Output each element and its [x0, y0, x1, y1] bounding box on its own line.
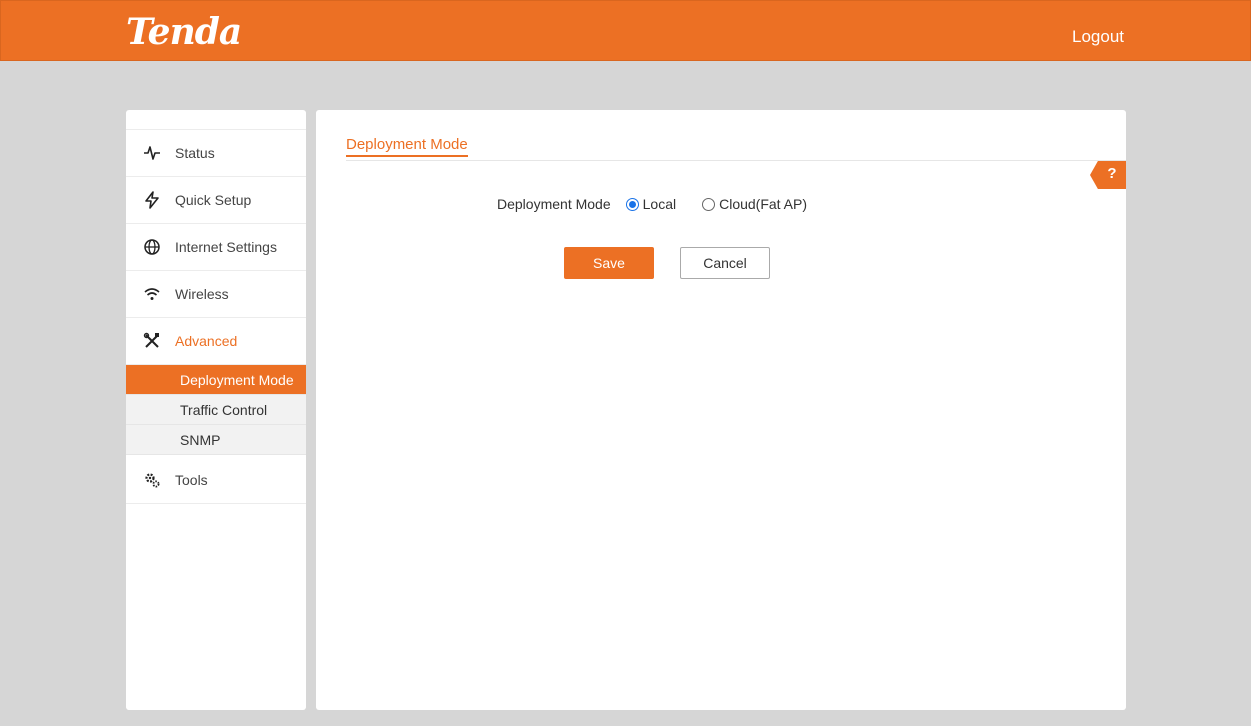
sidebar-item-status[interactable]: Status	[126, 130, 306, 177]
sidebar-subitem-deployment-mode[interactable]: Deployment Mode	[126, 365, 306, 395]
cancel-button[interactable]: Cancel	[680, 247, 770, 279]
deployment-mode-label: Deployment Mode	[497, 196, 611, 212]
sidebar-item-tools[interactable]: Tools	[126, 457, 306, 504]
logout-link[interactable]: Logout	[1072, 27, 1124, 47]
sidebar-item-advanced[interactable]: Advanced	[126, 318, 306, 365]
wifi-icon	[143, 285, 161, 303]
radio-cloud[interactable]	[702, 197, 716, 211]
main-content-panel: Deployment Mode ? Deployment Mode Local …	[316, 110, 1126, 710]
sidebar-item-label: Internet Settings	[175, 239, 277, 255]
radio-cloud-label: Cloud(Fat AP)	[719, 196, 808, 212]
globe-icon	[143, 238, 161, 256]
gears-icon	[143, 471, 161, 489]
radio-option-local[interactable]: Local	[625, 196, 677, 212]
pulse-icon	[143, 144, 161, 162]
radio-local[interactable]	[625, 197, 639, 211]
help-button[interactable]: ?	[1090, 161, 1126, 189]
sidebar-top-spacer	[126, 110, 306, 130]
radio-local-label: Local	[642, 196, 677, 212]
sidebar-subitem-snmp[interactable]: SNMP	[126, 425, 306, 455]
tab-deployment-mode[interactable]: Deployment Mode	[346, 136, 468, 157]
sidebar-item-label: Advanced	[175, 333, 238, 349]
deployment-mode-form-row: Deployment Mode Local Cloud(Fat AP)	[497, 196, 833, 212]
sidebar-item-internet-settings[interactable]: Internet Settings	[126, 224, 306, 271]
save-button[interactable]: Save	[564, 247, 654, 279]
tools-cross-icon	[143, 332, 161, 350]
tenda-logo: Tenda	[126, 11, 242, 53]
sidebar-item-label: Tools	[175, 472, 208, 488]
sidebar-item-label: Quick Setup	[175, 192, 252, 208]
sidebar-subitem-traffic-control[interactable]: Traffic Control	[126, 395, 306, 425]
sidebar-nav: Status Quick Setup Internet Settings Wir…	[126, 110, 306, 710]
top-header-bar: Tenda Logout	[0, 0, 1251, 61]
sidebar-item-label: Status	[175, 145, 215, 161]
sidebar-item-wireless[interactable]: Wireless	[126, 271, 306, 318]
sidebar-item-label: Wireless	[175, 286, 229, 302]
sidebar-item-quick-setup[interactable]: Quick Setup	[126, 177, 306, 224]
lightning-icon	[143, 191, 161, 209]
radio-option-cloud[interactable]: Cloud(Fat AP)	[702, 196, 807, 212]
tab-divider	[346, 160, 1126, 161]
